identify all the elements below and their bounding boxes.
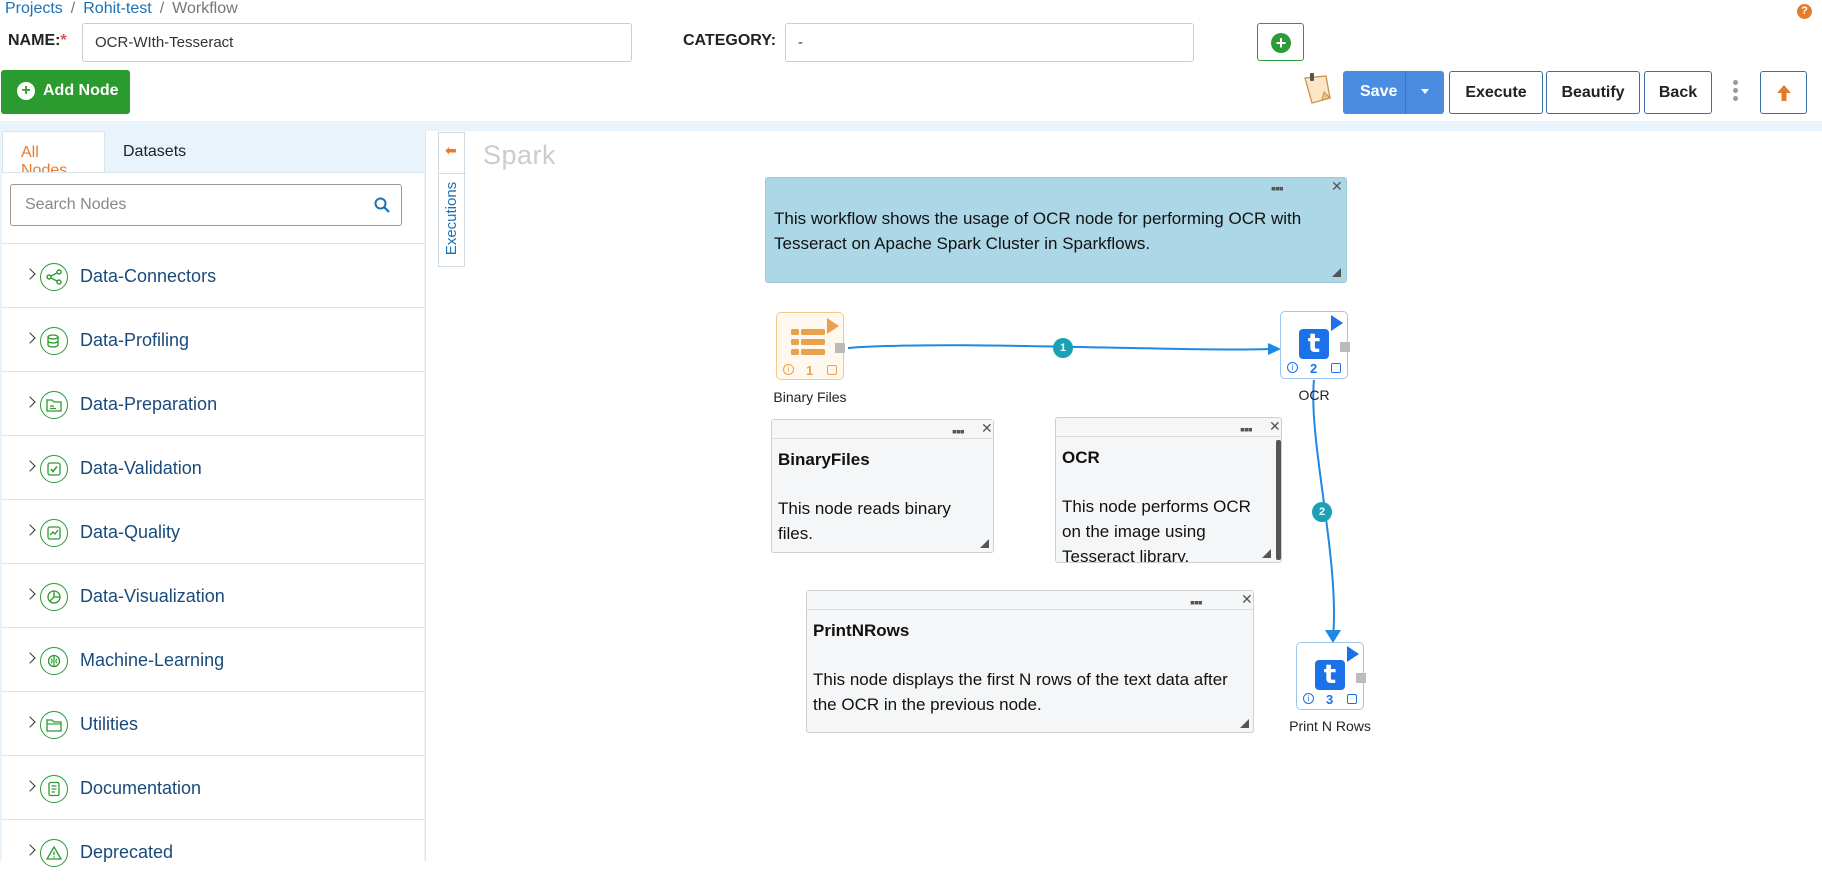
node-label: OCR [1298, 387, 1330, 403]
close-icon[interactable]: ✕ [1331, 178, 1343, 195]
note-text: This node performs OCR on the image usin… [1062, 497, 1251, 563]
resize-handle-icon[interactable] [1332, 268, 1341, 277]
node-ocr[interactable]: t i 2 [1280, 311, 1350, 379]
note-ocr[interactable]: ▪▪▪ ✕ OCR This node performs OCR on the … [1055, 417, 1282, 563]
output-port[interactable] [1340, 342, 1350, 352]
edge-badge[interactable]: 1 [1053, 338, 1073, 358]
output-port[interactable] [835, 343, 845, 353]
output-port[interactable] [1356, 673, 1366, 683]
note-title: PrintNRows [813, 621, 910, 640]
node-print-n-rows[interactable]: t i 3 [1296, 642, 1366, 710]
note-title: OCR [1062, 448, 1100, 467]
info-icon[interactable]: i [1303, 693, 1314, 704]
note-text: This node reads binary files. [778, 499, 951, 543]
note-menu-icon[interactable]: ▪▪▪ [1240, 421, 1253, 437]
play-icon[interactable] [1347, 646, 1359, 662]
note-title: BinaryFiles [778, 450, 870, 469]
node-number: 2 [1310, 361, 1318, 376]
node-number: 1 [806, 363, 814, 378]
tesseract-logo-icon: t [1315, 660, 1345, 690]
close-icon[interactable]: ✕ [1269, 418, 1281, 435]
copy-icon[interactable] [827, 365, 837, 375]
close-icon[interactable]: ✕ [981, 420, 993, 437]
node-label: Binary Files [773, 389, 847, 405]
node-number: 3 [1326, 692, 1334, 707]
close-icon[interactable]: ✕ [1241, 591, 1253, 608]
note-printnrows[interactable]: ▪▪▪ ✕ PrintNRows This node displays the … [806, 590, 1254, 733]
note-menu-icon[interactable]: ▪▪▪ [1190, 594, 1203, 610]
copy-icon[interactable] [1331, 363, 1341, 373]
resize-handle-icon[interactable] [1240, 719, 1249, 728]
resize-handle-icon[interactable] [980, 539, 989, 548]
resize-handle-icon[interactable] [1262, 549, 1271, 558]
note-menu-icon[interactable]: ▪▪▪ [952, 423, 965, 439]
tesseract-logo-icon: t [1299, 329, 1329, 359]
info-icon[interactable]: i [1287, 362, 1298, 373]
note-binaryfiles[interactable]: ▪▪▪ ✕ BinaryFiles This node reads binary… [771, 419, 994, 553]
play-icon[interactable] [1331, 315, 1343, 331]
note-header[interactable] [807, 591, 1253, 610]
note-text: This node displays the first N rows of t… [813, 670, 1228, 714]
note-menu-icon[interactable]: ▪▪▪ [1271, 180, 1284, 196]
node-label: Print N Rows [1289, 718, 1371, 734]
node-binary-files[interactable]: i 1 [776, 312, 845, 380]
copy-icon[interactable] [1347, 694, 1357, 704]
note-scrollbar[interactable] [1276, 440, 1281, 560]
table-icon [791, 329, 825, 355]
workflow-description-note[interactable]: ▪▪▪ ✕ This workflow shows the usage of O… [765, 177, 1347, 283]
edge-badge[interactable]: 2 [1312, 502, 1332, 522]
info-icon[interactable]: i [783, 364, 794, 375]
note-text: This workflow shows the usage of OCR nod… [774, 209, 1302, 253]
play-icon[interactable] [827, 318, 839, 334]
